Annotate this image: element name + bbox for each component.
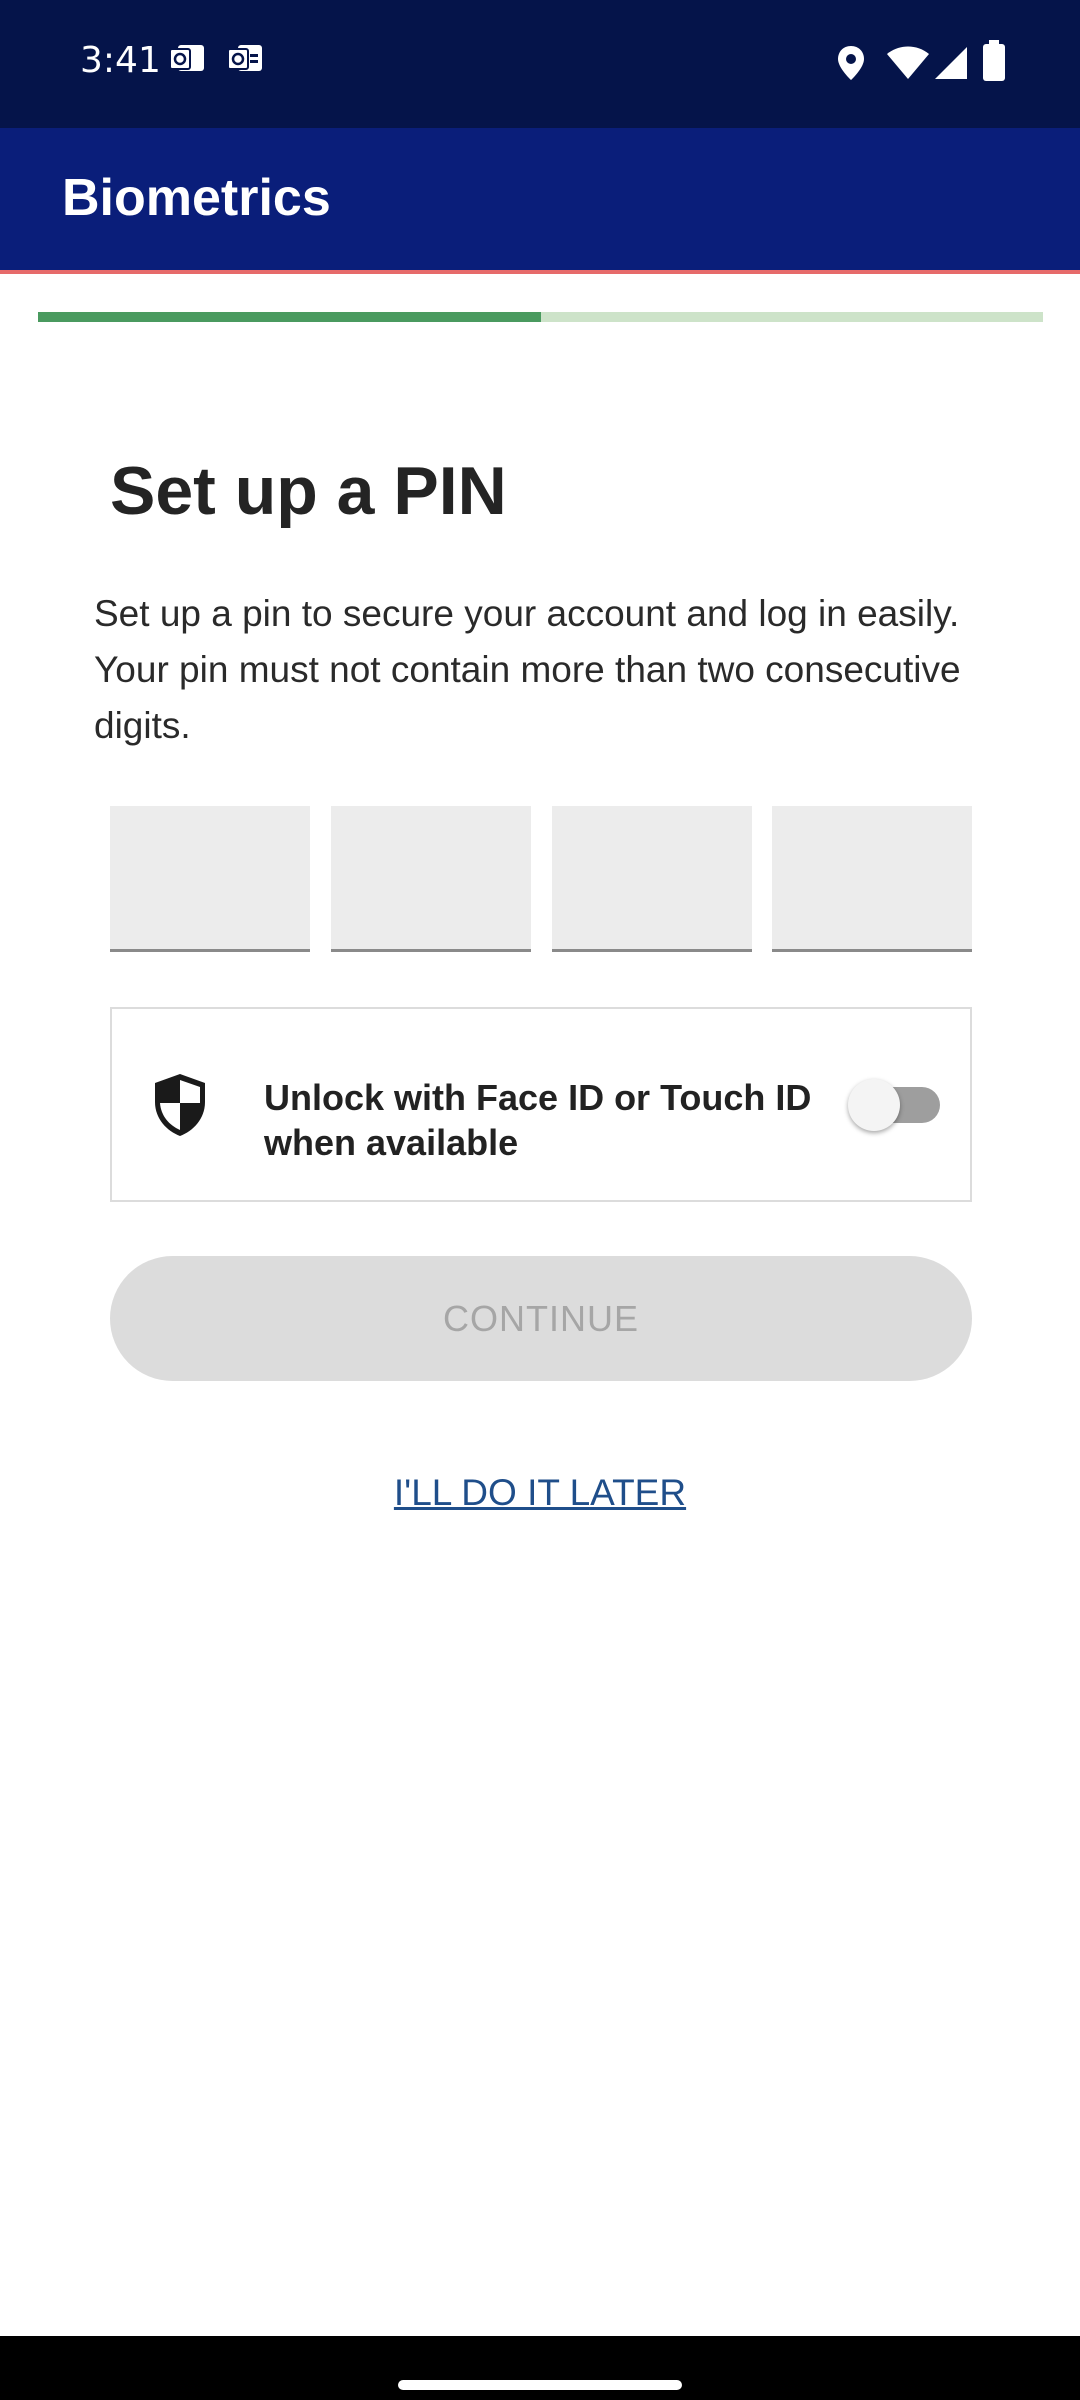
biometrics-option-card: Unlock with Face ID or Touch ID when ava… [110, 1007, 972, 1202]
signal-icon [935, 47, 967, 79]
battery-icon [983, 40, 1005, 81]
do-it-later-link[interactable]: I'LL DO IT LATER [0, 1472, 1080, 1514]
pin-digit-2[interactable] [331, 806, 531, 952]
progress-fill [38, 312, 541, 322]
location-icon [838, 46, 864, 80]
continue-button[interactable]: CONTINUE [110, 1256, 972, 1381]
biometrics-toggle-knob[interactable] [848, 1079, 900, 1131]
pin-digit-1[interactable] [110, 806, 310, 952]
progress-bar [38, 312, 1043, 322]
app-bar-divider [0, 270, 1080, 274]
shield-icon [155, 1074, 205, 1136]
app-bar: Biometrics [0, 128, 1080, 270]
biometrics-label: Unlock with Face ID or Touch ID when ava… [264, 1077, 812, 1163]
pin-digit-3[interactable] [552, 806, 752, 952]
wifi-icon [887, 46, 929, 79]
setup-pin-description: Set up a pin to secure your account and … [94, 593, 961, 746]
status-bar: 3:41 [0, 0, 1080, 128]
setup-pin-heading: Set up a PIN [110, 453, 507, 529]
status-time: 3:41 [80, 40, 161, 81]
outlook-icon [169, 45, 204, 71]
page-title: Biometrics [62, 169, 331, 227]
pin-digit-4[interactable] [772, 806, 972, 952]
home-handle[interactable] [398, 2380, 682, 2390]
outlook-calendar-icon [227, 45, 262, 71]
system-nav-bar [0, 2336, 1080, 2400]
